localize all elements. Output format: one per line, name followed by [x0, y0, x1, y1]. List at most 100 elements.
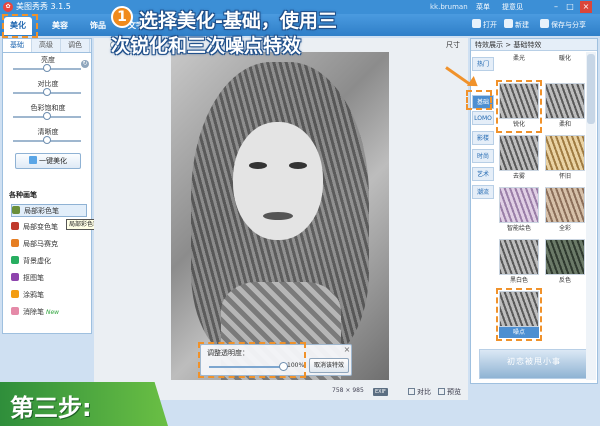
step-banner: 第三步: — [0, 382, 168, 426]
sharpness-slider: 清晰度 — [3, 125, 91, 149]
effect-thumbnail — [545, 135, 585, 171]
one-key-beautify-button[interactable]: 一键美化 — [15, 153, 81, 169]
brush-icon — [11, 290, 19, 298]
category-tab-trend[interactable]: 潮流 — [472, 185, 494, 199]
photo-eye-right — [289, 162, 307, 169]
instruction-line-1: 选择美化-基础，使用三 — [139, 10, 337, 32]
effect-thumbnail — [545, 83, 585, 119]
new-badge: New — [46, 309, 60, 316]
app-title: 美图秀秀 3.1.5 — [16, 2, 71, 11]
brightness-handle[interactable] — [43, 64, 51, 72]
effects-panel-title: 特效展示 > 基础特效 — [475, 41, 542, 49]
sharpness-handle[interactable] — [43, 136, 51, 144]
category-tab-lomo[interactable]: LOMO — [472, 111, 494, 125]
effect-warm[interactable]: 暖化 — [545, 53, 585, 64]
magic-wand-icon — [29, 156, 37, 164]
app-logo-icon: ✿ — [3, 2, 13, 12]
left-panel: 基础 高级 调色 ↻ 亮度 对比度 色彩饱和度 清晰度 一键美化 各种画笔 局部… — [2, 38, 92, 334]
photo-canvas[interactable] — [171, 52, 389, 380]
preview-icon — [438, 388, 445, 395]
instruction-line-2: 次锐化和三次噪点特效 — [111, 35, 302, 57]
effect-thumbnail — [545, 187, 585, 223]
saturation-slider: 色彩饱和度 — [3, 101, 91, 125]
effect-sharpen[interactable]: 锐化 — [496, 80, 542, 133]
brush-icon — [11, 273, 19, 281]
contrast-slider: 对比度 — [3, 77, 91, 101]
brush-section-title: 各种画笔 — [9, 191, 37, 199]
sub-tab-advanced[interactable]: 高级 — [32, 39, 61, 52]
brush-item-eraser[interactable]: 消除笔 New — [11, 306, 87, 319]
contrast-handle[interactable] — [43, 88, 51, 96]
photo-eye-left — [249, 162, 267, 169]
beautify-tab-highlight-box — [2, 14, 38, 38]
brush-item-background-blur[interactable]: 背景虚化 — [11, 255, 87, 268]
effect-soft-light[interactable]: 柔光 — [499, 53, 539, 64]
basic-category-highlight-box — [466, 90, 492, 110]
photo-lips — [263, 212, 293, 220]
step-number-badge: 1 — [111, 6, 133, 28]
brush-icon — [11, 256, 19, 264]
effect-full-color[interactable]: 全彩 — [545, 187, 585, 234]
effect-noise[interactable]: 噪点 — [496, 288, 542, 341]
close-button[interactable]: × — [580, 1, 592, 13]
opacity-close-icon[interactable]: × — [343, 346, 351, 354]
sub-tab-basic[interactable]: 基础 — [3, 39, 32, 52]
minimize-button[interactable]: – — [550, 1, 562, 13]
brush-item-cutout[interactable]: 抠图笔 — [11, 272, 87, 285]
brush-item-mosaic[interactable]: 局部马赛克 — [11, 238, 87, 251]
plus-icon — [504, 19, 513, 28]
save-icon — [540, 19, 549, 28]
effect-thumbnail — [545, 239, 585, 275]
photo-face — [233, 122, 323, 240]
effect-invert[interactable]: 反色 — [545, 239, 585, 286]
effect-smart-color[interactable]: 智能绘色 — [499, 187, 539, 234]
image-dimensions: 758 × 985 — [332, 387, 364, 394]
sub-tab-color[interactable]: 调色 — [61, 39, 90, 52]
user-name[interactable]: kk.bruman — [430, 1, 468, 13]
effects-scrollbar[interactable] — [586, 52, 596, 380]
ad-banner-text: 初恋被甩小事 — [507, 357, 561, 366]
effects-scroll-thumb[interactable] — [587, 54, 595, 124]
menu-button[interactable]: 菜单 — [476, 1, 490, 13]
compare-icon — [408, 388, 415, 395]
new-button[interactable]: 新建 — [504, 17, 529, 33]
preview-button[interactable]: 预览 — [438, 386, 461, 398]
brush-icon — [11, 222, 19, 230]
effect-soft[interactable]: 柔和 — [545, 83, 585, 130]
eraser-icon — [11, 307, 19, 315]
ad-banner[interactable]: 初恋被甩小事 — [479, 349, 587, 379]
effect-thumbnail — [499, 187, 539, 223]
effect-vintage[interactable]: 怀旧 — [545, 135, 585, 182]
step-label: 第三步: — [10, 394, 92, 422]
open-button[interactable]: 打开 — [472, 17, 497, 33]
effect-thumbnail — [499, 83, 539, 119]
sub-tab-bar: 基础 高级 调色 — [3, 39, 91, 53]
save-share-button[interactable]: 保存与分享 — [540, 17, 586, 33]
cancel-effect-button[interactable]: 取消该特效 — [309, 358, 349, 373]
effect-dehaze[interactable]: 去雾 — [499, 135, 539, 182]
effects-panel-header: 特效展示 > 基础特效 — [471, 39, 597, 51]
maximize-button[interactable]: □ — [564, 1, 576, 13]
category-tab-hot[interactable]: 热门 — [472, 57, 494, 71]
folder-icon — [472, 19, 481, 28]
size-label[interactable]: 尺寸 — [446, 40, 460, 50]
category-tab-fashion[interactable]: 时尚 — [472, 149, 494, 163]
exif-badge[interactable]: EXIF — [373, 388, 388, 396]
effect-black-white[interactable]: 黑白色 — [499, 239, 539, 286]
compare-button[interactable]: 对比 — [408, 386, 431, 398]
saturation-handle[interactable] — [43, 112, 51, 120]
brush-icon — [11, 239, 19, 247]
feedback-button[interactable]: 提意见 — [502, 1, 523, 13]
brush-item-doodle[interactable]: 涂鸦笔 — [11, 289, 87, 302]
effect-thumbnail — [499, 291, 539, 327]
effect-thumbnail — [499, 135, 539, 171]
brush-item-partial-color[interactable]: 局部彩色笔 — [11, 204, 87, 217]
category-tab-art[interactable]: 艺术 — [472, 167, 494, 181]
effect-thumbnail — [499, 239, 539, 275]
category-tab-studio[interactable]: 影楼 — [472, 131, 494, 145]
tab-retouch[interactable]: 美容 — [46, 17, 74, 35]
tab-accessories[interactable]: 饰品 — [84, 17, 112, 35]
brightness-slider: 亮度 — [3, 53, 91, 77]
brush-icon — [12, 206, 20, 214]
opacity-highlight-box — [198, 342, 306, 378]
